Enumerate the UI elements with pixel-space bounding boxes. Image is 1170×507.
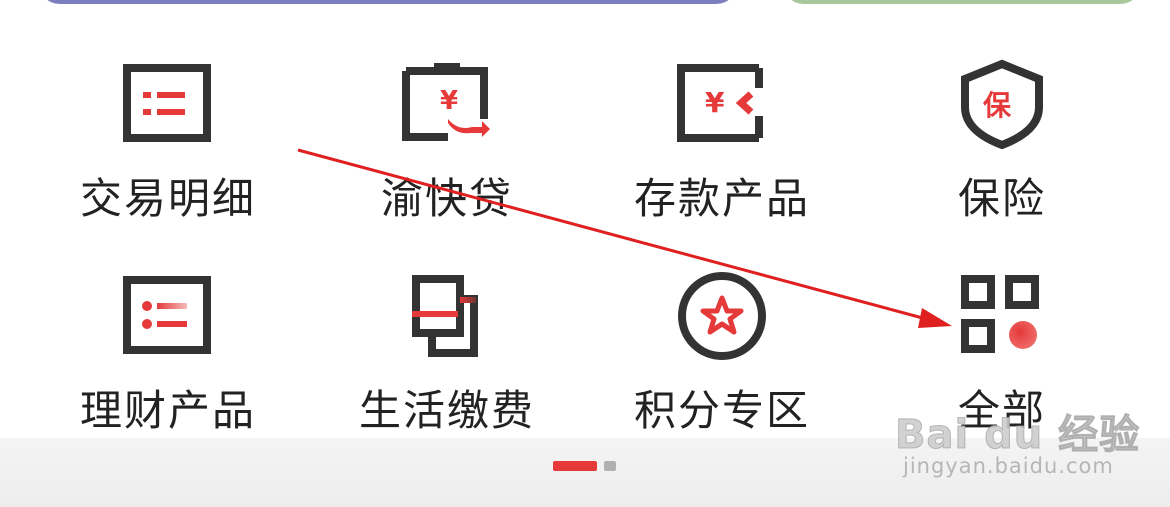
tile-insurance[interactable]: 保 保险 [862,40,1142,240]
service-grid: 交易明细 ¥ 渝快贷 ¥ 存款产品 保 保险 理财产品 生活缴费 积分专区 全部 [0,40,1170,440]
tile-label: 全部 [957,386,1046,435]
loan-yen-icon: ¥ [397,54,497,154]
tile-transaction-details[interactable]: 交易明细 [28,40,308,240]
bottom-bar [0,438,1170,507]
tile-points-zone[interactable]: 积分专区 [582,252,862,452]
tile-label: 存款产品 [633,174,810,223]
page-indicator-inactive[interactable] [604,461,616,471]
tile-label: 保险 [957,174,1046,223]
wealth-list-icon [118,266,218,366]
yen-glyph: ¥ [705,86,725,119]
tile-all[interactable]: 全部 [862,252,1142,452]
top-banner-right[interactable] [782,0,1142,4]
tile-label: 理财产品 [79,386,256,435]
deposit-yen-icon: ¥ [672,54,772,154]
insurance-shield-icon: 保 [952,54,1052,154]
page-indicator-active[interactable] [553,461,597,471]
tile-yukuaidai-loan[interactable]: ¥ 渝快贷 [307,40,587,240]
tile-deposit-products[interactable]: ¥ 存款产品 [582,40,862,240]
all-grid-icon [952,266,1052,366]
tile-label: 积分专区 [633,386,810,435]
tile-utility-payment[interactable]: 生活缴费 [307,252,587,452]
transaction-list-icon [118,54,218,154]
tile-wealth-products[interactable]: 理财产品 [28,252,308,452]
top-banner-left[interactable] [38,0,738,4]
points-star-icon [672,266,772,366]
tile-label: 交易明细 [79,174,256,223]
insurance-glyph: 保 [983,89,1012,122]
yen-glyph: ¥ [440,86,458,116]
tile-label: 渝快贷 [380,174,513,223]
tile-label: 生活缴费 [358,386,535,435]
bill-payment-icon [397,266,497,366]
